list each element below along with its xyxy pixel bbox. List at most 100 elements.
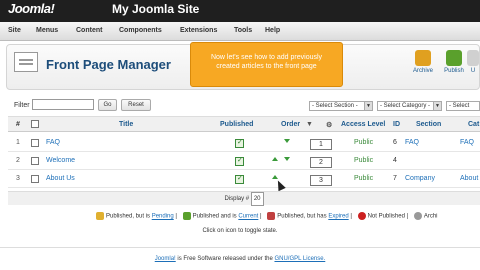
joomla-link[interactable]: Joomla! [155, 256, 176, 262]
legend-unpublished-text: Not Published [367, 213, 405, 220]
author-select-value: - Select [449, 103, 470, 109]
menu-help[interactable]: Help [265, 27, 280, 34]
author-select[interactable]: - Select [446, 101, 480, 111]
category-select-value: - Select Category - [380, 103, 431, 109]
move-up-icon[interactable] [272, 157, 278, 161]
footer-text: is Free Software released under the [177, 256, 273, 262]
access-level[interactable]: Public [354, 175, 373, 182]
row-section[interactable]: FAQ [405, 139, 419, 146]
pending-icon [96, 212, 104, 220]
row-number: 1 [16, 139, 20, 146]
status-legend: Published, but is Pending | Published an… [92, 212, 438, 220]
chevron-down-icon: ▼ [364, 102, 372, 110]
archive-button[interactable]: Archive [408, 50, 438, 74]
move-down-icon[interactable] [284, 139, 290, 143]
row-checkbox[interactable] [31, 175, 39, 183]
legend-expired-link[interactable]: Expired [328, 214, 348, 220]
publish-label: Publish [444, 68, 464, 74]
go-button[interactable]: Go [98, 99, 117, 111]
order-input[interactable]: 3 [310, 175, 332, 186]
frontpage-icon [14, 52, 38, 72]
row-id: 7 [393, 175, 397, 182]
chevron-down-icon: ▼ [433, 102, 441, 110]
display-label: Display # [224, 196, 250, 202]
menu-menus[interactable]: Menus [36, 27, 58, 34]
menu-tools[interactable]: Tools [234, 27, 252, 34]
save-order-icon[interactable]: ⚙ [326, 121, 332, 129]
published-icon[interactable] [235, 138, 244, 148]
row-number: 2 [16, 157, 20, 164]
toggle-hint: Click on icon to toggle state. [202, 228, 278, 234]
menu-components[interactable]: Components [119, 27, 162, 34]
publish-button[interactable]: Publish [439, 50, 469, 74]
row-section[interactable]: Company [405, 175, 435, 182]
table-header: # Title Published Order ▼ ⚙ Access Level… [8, 116, 480, 132]
unpublish-label: U [470, 68, 476, 74]
table-row: 1 FAQ 1 Public 6 FAQ FAQ [8, 134, 480, 152]
legend-archived-text: Archi [423, 213, 438, 220]
site-name: My Joomla Site [112, 2, 200, 16]
col-id[interactable]: ID [393, 121, 400, 128]
table-row: 2 Welcome 2 Public 4 [8, 152, 480, 170]
publish-icon [446, 50, 462, 66]
article-title-link[interactable]: Welcome [46, 157, 75, 164]
order-input[interactable]: 1 [310, 139, 332, 150]
archived-icon [413, 212, 422, 220]
article-title-link[interactable]: About Us [46, 175, 75, 182]
archive-label: Archive [412, 68, 433, 74]
pagination-bar: Display # 20 [8, 191, 480, 206]
col-access[interactable]: Access Level [341, 121, 385, 128]
move-up-icon[interactable] [272, 175, 278, 179]
access-level[interactable]: Public [354, 157, 373, 164]
unpublish-button[interactable]: U [466, 50, 480, 74]
legend-pending-link[interactable]: Pending [152, 214, 174, 220]
row-category[interactable]: About [460, 175, 478, 182]
section-select[interactable]: - Select Section - ▼ [309, 101, 373, 111]
expired-icon [267, 212, 276, 220]
footer: Joomla! is Free Software released under … [0, 247, 480, 270]
legend-expired-text: Published, but has [277, 213, 327, 220]
move-down-icon[interactable] [284, 157, 290, 161]
unpublish-icon [467, 50, 479, 66]
menu-content[interactable]: Content [76, 27, 102, 34]
archive-icon [415, 50, 431, 66]
row-number: 3 [16, 175, 20, 182]
category-select[interactable]: - Select Category - ▼ [377, 101, 442, 111]
col-num: # [16, 121, 20, 128]
top-header: Joomla! My Joomla Site [0, 0, 480, 22]
main-menu: Site Menus Content Components Extensions… [0, 22, 480, 41]
menu-extensions[interactable]: Extensions [180, 27, 217, 34]
col-category[interactable]: Cat [468, 121, 479, 128]
row-checkbox[interactable] [31, 157, 39, 165]
menu-site[interactable]: Site [8, 27, 21, 34]
sort-arrow-icon: ▼ [306, 121, 313, 128]
legend-current-link[interactable]: Current [238, 214, 258, 220]
select-all-checkbox[interactable] [31, 120, 39, 128]
tutorial-tooltip: Now let's see how to add previously crea… [190, 42, 343, 87]
col-section[interactable]: Section [416, 121, 441, 128]
current-icon [182, 212, 191, 220]
access-level[interactable]: Public [354, 139, 373, 146]
display-select[interactable]: 20 [250, 192, 264, 206]
not-published-icon [357, 212, 366, 220]
article-title-link[interactable]: FAQ [46, 139, 60, 146]
page-title: Front Page Manager [46, 57, 171, 72]
published-icon[interactable] [235, 156, 244, 166]
legend-current-text: Published and is [192, 213, 237, 220]
row-checkbox[interactable] [31, 139, 39, 147]
row-id: 4 [393, 157, 397, 164]
joomla-logo: Joomla! [8, 1, 55, 16]
reset-button[interactable]: Reset [121, 99, 151, 111]
license-link[interactable]: GNU/GPL License. [274, 256, 325, 262]
col-published[interactable]: Published [220, 121, 253, 128]
filter-label: Filter [14, 102, 30, 109]
col-title[interactable]: Title [119, 121, 133, 128]
order-input[interactable]: 2 [310, 157, 332, 168]
row-category[interactable]: FAQ [460, 139, 474, 146]
col-order[interactable]: Order [281, 121, 300, 128]
filter-input[interactable] [32, 99, 94, 110]
legend-pending-text: Published, but is [106, 213, 151, 220]
published-icon[interactable] [235, 174, 244, 184]
section-select-value: - Select Section - [312, 103, 358, 109]
table-row: 3 About Us 3 Public 7 Company About [8, 170, 480, 188]
